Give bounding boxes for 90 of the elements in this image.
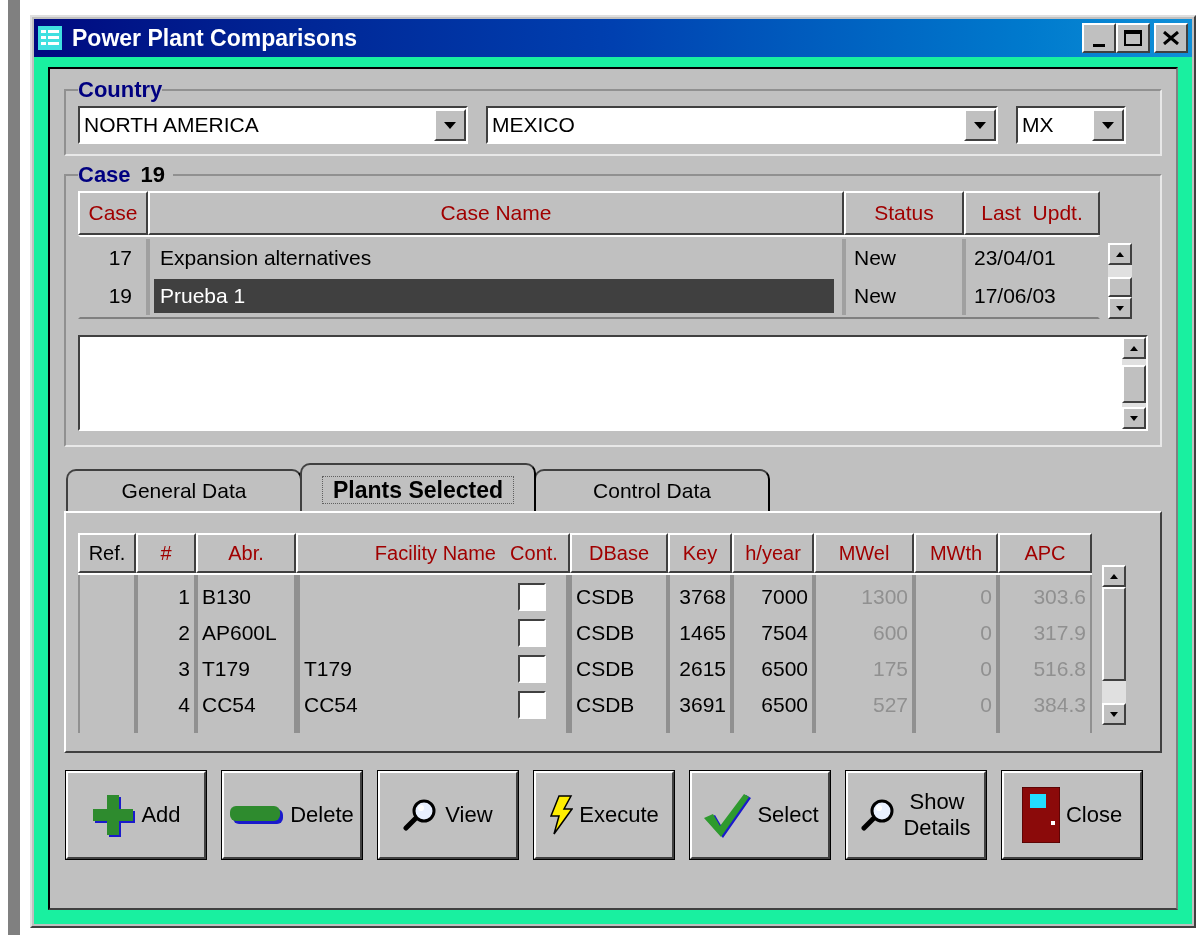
table-cell-text: 3 <box>177 656 191 682</box>
lightning-icon <box>549 795 574 835</box>
minus-icon <box>230 804 285 826</box>
checkbox[interactable] <box>518 619 546 647</box>
dropdown-field[interactable]: NORTH AMERICA <box>78 106 468 144</box>
tab[interactable]: Control Data <box>534 469 770 511</box>
table-cell-text: T179 <box>201 656 251 682</box>
table-cell-text: 3768 <box>678 584 727 610</box>
case-number: 19 <box>140 161 167 189</box>
table-cell-text: 4 <box>177 692 191 718</box>
column-header[interactable]: MWth <box>914 533 998 573</box>
scrollbar[interactable] <box>1122 337 1146 429</box>
table-cell-text: 1465 <box>678 620 727 646</box>
table-cell: 17 <box>80 239 150 277</box>
column-header[interactable]: APC <box>998 533 1092 573</box>
minimize-button[interactable] <box>1082 23 1116 53</box>
dropdown-arrow-icon <box>974 121 986 129</box>
table-cell-text: T179 <box>303 656 353 682</box>
case-group-label: Case <box>78 161 131 189</box>
close-icon <box>1163 31 1179 45</box>
scroll-up-icon <box>1130 345 1138 351</box>
scroll-up-icon <box>1116 251 1124 257</box>
details-button[interactable]: Show Details <box>846 771 986 859</box>
table-cell: 23/04/01 <box>962 239 1098 277</box>
table-cell-text: CSDB <box>575 656 636 682</box>
execute-button[interactable]: Execute <box>534 771 674 859</box>
column-header[interactable]: Case Name <box>148 191 844 235</box>
close-button[interactable]: Close <box>1002 771 1142 859</box>
table-cell: Prueba 1 <box>154 279 834 313</box>
table-cell-text: B130 <box>201 584 253 610</box>
country-group-label: Country <box>78 76 163 104</box>
table-cell-text: 1 <box>177 584 191 610</box>
scroll-down-icon <box>1130 415 1138 421</box>
table-cell: New <box>842 277 962 315</box>
column-header[interactable]: Last Updt. <box>964 191 1100 235</box>
add-button[interactable]: Add <box>66 771 206 859</box>
dropdown-arrow-icon <box>1102 121 1114 129</box>
column-header[interactable]: Status <box>844 191 964 235</box>
scroll-down-icon <box>1116 305 1124 311</box>
delete-button[interactable]: Delete <box>222 771 362 859</box>
case-row[interactable]: 19 Prueba 1 New 17/06/03 <box>80 277 1098 315</box>
maximize-button[interactable] <box>1116 23 1150 53</box>
checkbox[interactable] <box>518 655 546 683</box>
table-cell-text: CC54 <box>303 692 359 718</box>
column-header[interactable]: Cont. <box>500 533 570 573</box>
table-cell-text: 7504 <box>760 620 809 646</box>
notes-field[interactable] <box>78 335 1148 431</box>
dropdown-field[interactable]: MEXICO <box>486 106 998 144</box>
table-cell-text: CSDB <box>575 692 636 718</box>
column-header[interactable]: Case <box>78 191 148 235</box>
table-cell-text: AP600L <box>201 620 278 646</box>
checkmark-icon <box>701 792 752 838</box>
door-icon <box>1021 787 1060 843</box>
table-cell-text: 3691 <box>678 692 727 718</box>
tab[interactable]: Plants Selected <box>300 463 536 511</box>
window-app-icon <box>38 26 62 50</box>
table-cell: 17/06/03 <box>962 277 1098 315</box>
table-cell: New <box>842 239 962 277</box>
column-header[interactable]: Key <box>668 533 732 573</box>
column-header[interactable]: MWel <box>814 533 914 573</box>
dropdown-field[interactable]: MX <box>1016 106 1126 144</box>
table-cell-text: 6500 <box>760 656 809 682</box>
scrollbar[interactable] <box>1102 565 1126 725</box>
table-cell: 19 <box>80 277 150 315</box>
table-cell-text: CSDB <box>575 584 636 610</box>
table-cell-text: Expansion alternatives <box>159 245 373 271</box>
column-header[interactable]: h/year <box>732 533 814 573</box>
column-header[interactable]: Abr. <box>196 533 296 573</box>
select-button[interactable]: Select <box>690 771 830 859</box>
column-header[interactable]: # <box>136 533 196 573</box>
column-header[interactable]: Ref. <box>78 533 136 573</box>
checkbox[interactable] <box>518 583 546 611</box>
table-cell-text: 2 <box>177 620 191 646</box>
table-cell-text: CC54 <box>201 692 257 718</box>
scroll-down-icon <box>1110 711 1118 717</box>
dropdown-arrow-icon <box>444 121 456 129</box>
close-button[interactable] <box>1154 23 1188 53</box>
table-cell-text: 6500 <box>760 692 809 718</box>
table-cell-text: CSDB <box>575 620 636 646</box>
scroll-up-icon <box>1110 573 1118 579</box>
scrollbar[interactable] <box>1108 243 1132 319</box>
view-button[interactable]: View <box>378 771 518 859</box>
column-header[interactable]: Facility Name <box>296 533 500 573</box>
table-cell-text: 7000 <box>760 584 809 610</box>
window-title: Power Plant Comparisons <box>72 23 357 53</box>
plus-icon <box>91 793 136 837</box>
tab[interactable]: General Data <box>66 469 302 511</box>
table-cell-text: 2615 <box>678 656 727 682</box>
column-header[interactable]: DBase <box>570 533 668 573</box>
checkbox[interactable] <box>518 691 546 719</box>
